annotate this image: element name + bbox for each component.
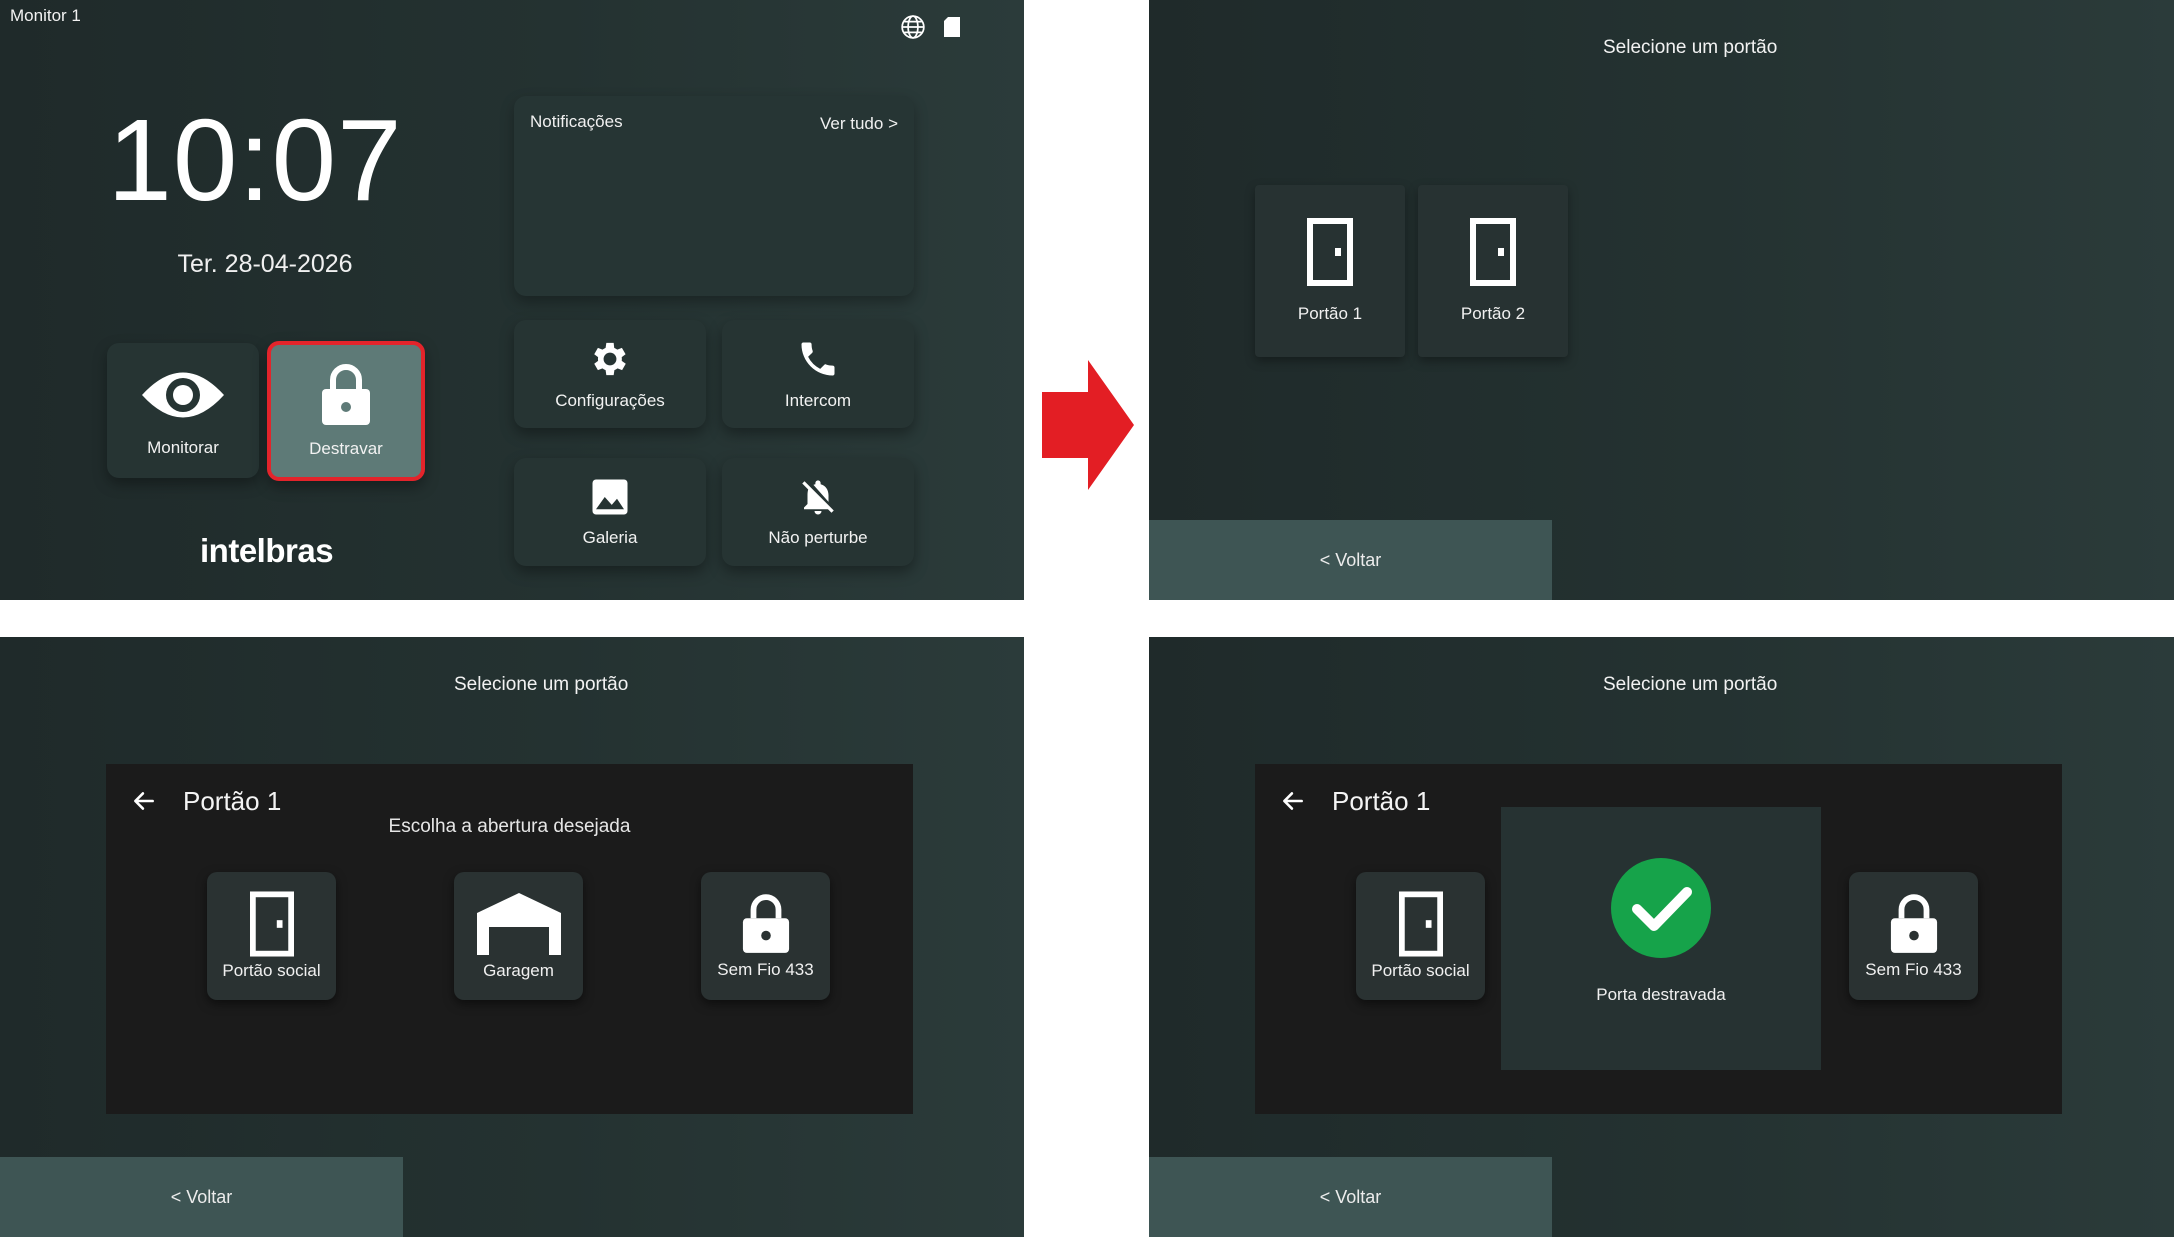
clock: 10:07	[107, 95, 403, 225]
social-gate-option[interactable]: Portão social	[207, 872, 336, 1000]
garage-option[interactable]: Garagem	[454, 872, 583, 1000]
back-button[interactable]: < Voltar	[0, 1157, 403, 1237]
phone-icon	[801, 342, 835, 376]
settings-label: Configurações	[555, 391, 665, 410]
door-icon	[1398, 891, 1443, 957]
gate-select-screen: Selecione um portão Portão 1 Portão 2 < …	[1149, 0, 2174, 600]
wireless-433-option[interactable]: Sem Fio 433	[701, 872, 830, 1000]
social-gate-label: Portão social	[1371, 961, 1470, 980]
wireless-433-label: Sem Fio 433	[1865, 960, 1962, 979]
gallery-label: Galeria	[582, 528, 638, 547]
globe-icon	[898, 12, 928, 42]
door-icon	[1470, 218, 1516, 286]
lock-icon	[322, 364, 370, 425]
arrow-right-icon	[1042, 360, 1134, 490]
eye-icon	[142, 372, 224, 417]
monitor-label-text: Monitorar	[147, 437, 219, 457]
gate-options-screen: Selecione um portão Portão 1 Escolha a a…	[0, 637, 1024, 1237]
gallery-button[interactable]: Galeria	[514, 458, 706, 566]
bell-off-icon	[802, 480, 834, 515]
date: Ter. 28-04-2026	[177, 250, 353, 278]
door-icon	[249, 891, 294, 957]
notifications-card: Notificações Ver tudo >	[514, 96, 914, 296]
notifications-title: Notificações	[530, 112, 623, 131]
unlock-button[interactable]: Destravar	[267, 341, 425, 481]
garage-icon	[476, 893, 561, 955]
do-not-disturb-button[interactable]: Não perturbe	[722, 458, 914, 566]
sd-card-icon	[937, 12, 967, 42]
gate-1-button[interactable]: Portão 1	[1255, 185, 1405, 357]
lock-icon	[1890, 894, 1937, 953]
check-circle-icon	[1611, 858, 1711, 958]
dialog-subtitle: Escolha a abertura desejada	[388, 816, 631, 837]
unlock-label-text: Destravar	[309, 439, 383, 458]
dialog-title: Portão 1	[183, 786, 282, 816]
gate-unlocked-screen: Selecione um portão Portão 1 Portão soci…	[1149, 637, 2174, 1237]
intercom-label: Intercom	[784, 391, 852, 410]
home-screen: Monitor 1 10:07 Ter. 28-04-2026 Monitora…	[0, 0, 1024, 600]
see-all-link[interactable]: Ver tudo >	[820, 114, 898, 134]
back-button[interactable]: < Voltar	[1149, 520, 1552, 600]
unlock-success-message: Porta destravada	[1596, 985, 1726, 1004]
back-arrow-icon[interactable]	[1280, 788, 1306, 814]
social-gate-label: Portão social	[222, 961, 321, 980]
settings-button[interactable]: Configurações	[514, 320, 706, 428]
intercom-button[interactable]: Intercom	[722, 320, 914, 428]
monitor-label: Monitor 1	[10, 6, 81, 25]
wireless-433-option[interactable]: Sem Fio 433	[1849, 872, 1978, 1000]
wireless-433-label: Sem Fio 433	[717, 960, 814, 979]
back-button[interactable]: < Voltar	[1149, 1157, 1552, 1237]
back-arrow-icon[interactable]	[131, 788, 157, 814]
monitor-button[interactable]: Monitorar	[107, 343, 259, 478]
gate-dialog: Portão 1 Portão social Sem Fio 433 Porta…	[1255, 764, 2062, 1114]
social-gate-option[interactable]: Portão social	[1356, 872, 1485, 1000]
garage-label: Garagem	[483, 961, 554, 980]
screen-title: Selecione um portão	[1603, 37, 1778, 58]
image-icon	[592, 479, 628, 515]
screen-title: Selecione um portão	[1603, 674, 1778, 695]
unlock-success-popup: Porta destravada	[1501, 807, 1821, 1070]
dialog-title: Portão 1	[1332, 786, 1431, 816]
door-icon	[1307, 218, 1353, 286]
gate-2-button[interactable]: Portão 2	[1418, 185, 1568, 357]
screen-title: Selecione um portão	[454, 674, 629, 695]
intelbras-logo: intelbras	[200, 532, 334, 569]
gear-icon	[594, 342, 626, 376]
gate-dialog: Portão 1 Escolha a abertura desejada Por…	[106, 764, 913, 1114]
gate-1-label: Portão 1	[1297, 304, 1363, 323]
lock-icon	[742, 894, 789, 953]
dnd-label: Não perturbe	[768, 528, 868, 547]
gate-2-label: Portão 2	[1460, 304, 1526, 323]
